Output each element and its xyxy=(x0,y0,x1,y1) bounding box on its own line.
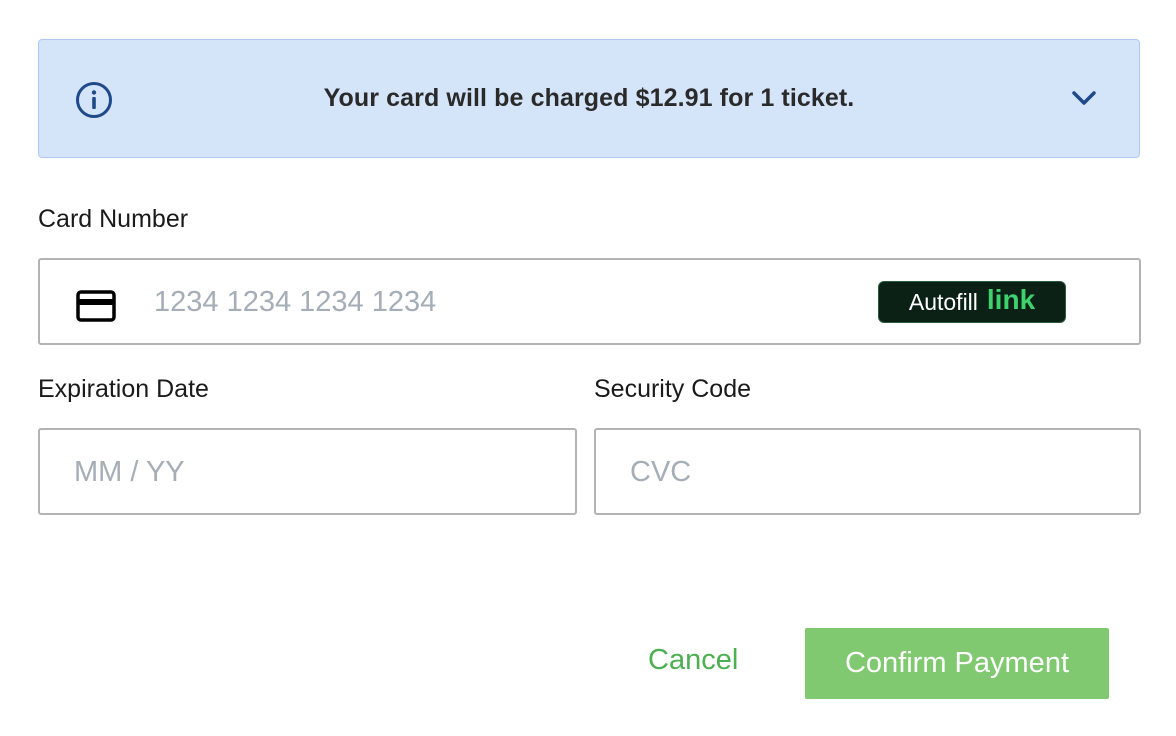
card-number-input[interactable] xyxy=(154,284,834,320)
card-number-field[interactable]: Autofill link xyxy=(38,258,1141,345)
info-circle-icon xyxy=(76,82,112,118)
chevron-down-icon[interactable] xyxy=(1071,89,1097,107)
expiration-date-field[interactable] xyxy=(38,428,577,515)
credit-card-icon xyxy=(76,290,116,322)
expiration-date-input[interactable] xyxy=(74,454,544,490)
autofill-label: Autofill xyxy=(908,288,978,315)
link-logo: link xyxy=(986,284,1036,315)
cancel-button[interactable]: Cancel xyxy=(640,640,746,681)
charge-info-banner[interactable]: Your card will be charged $12.91 for 1 t… xyxy=(38,39,1140,158)
security-code-label: Security Code xyxy=(594,375,752,403)
autofill-link-button[interactable]: Autofill link xyxy=(878,281,1066,323)
confirm-payment-button[interactable]: Confirm Payment xyxy=(805,628,1109,699)
payment-form: Your card will be charged $12.91 for 1 t… xyxy=(0,0,1176,736)
security-code-input[interactable] xyxy=(630,454,1110,490)
card-number-label: Card Number xyxy=(38,205,189,233)
expiration-date-label: Expiration Date xyxy=(38,375,209,403)
charge-message: Your card will be charged $12.91 for 1 t… xyxy=(323,84,855,112)
security-code-field[interactable] xyxy=(594,428,1141,515)
